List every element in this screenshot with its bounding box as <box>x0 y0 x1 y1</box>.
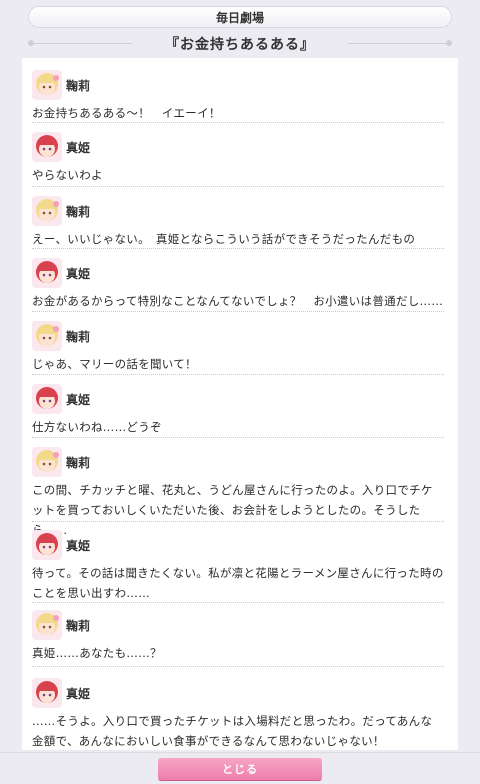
separator <box>32 374 444 375</box>
dialogue-text: 真姫……あなたも……？ <box>32 646 162 660</box>
maki-avatar <box>32 530 62 560</box>
dialogue-entry: 鞠莉 えー、いいじゃない。 真姫とならこういう話ができそうだったんだもの <box>32 196 444 249</box>
dialogue-entry: 鞠莉 じゃあ、マリーの話を聞いて！ <box>32 321 444 374</box>
dialogue-entry: 真姫 ……そうよ。入り口で買ったチケットは入場料だと思ったわ。だってあんな金額で… <box>32 678 444 750</box>
speaker-name: 鞠莉 <box>66 618 91 633</box>
mari-avatar <box>32 321 62 351</box>
maki-avatar <box>32 258 62 288</box>
close-button[interactable]: とじる <box>158 758 322 780</box>
speaker-name: 鞠莉 <box>66 78 91 93</box>
maki-avatar <box>32 678 62 708</box>
dialogue-entry: 鞠莉 この間、チカッチと曜、花丸と、うどん屋さんに行ったのよ。入り口でチケットを… <box>32 447 444 540</box>
separator <box>32 437 444 438</box>
header-label: 毎日劇場 <box>215 10 264 25</box>
speaker-name: 鞠莉 <box>66 455 91 470</box>
close-button-label: とじる <box>222 763 258 776</box>
speaker-name: 真姫 <box>66 140 91 155</box>
mari-avatar <box>32 196 62 226</box>
speaker-name: 真姫 <box>66 686 91 701</box>
dialogue-text: 仕方ないわね……どうぞ <box>32 420 162 434</box>
dialogue-entry: 真姫 仕方ないわね……どうぞ <box>32 384 444 437</box>
dialogue-entry: 真姫 やらないわよ <box>32 132 444 185</box>
dialogue-panel[interactable]: 鞠莉 お金持ちあるある～！ イエーイ！ 真姫 やらないわよ 鞠莉 えー、いいじゃ… <box>22 58 458 750</box>
episode-title-bar: 『お金持ちあるある』 <box>0 30 480 58</box>
separator <box>32 521 444 522</box>
separator <box>32 122 444 123</box>
dialogue-entry: 真姫 待って。その話は聞きたくない。私が凛と花陽とラーメン屋さんに行った時のこと… <box>32 530 444 603</box>
speaker-name: 真姫 <box>66 266 91 281</box>
separator <box>32 186 444 187</box>
dialogue-text: お金持ちあるある～！ イエーイ！ <box>32 106 221 120</box>
dialogue-entry: 鞠莉 真姫……あなたも……？ <box>32 610 444 663</box>
speaker-name: 鞠莉 <box>66 329 91 344</box>
mari-avatar <box>32 70 62 100</box>
dialogue-text: ……そうよ。入り口で買ったチケットは入場料だと思ったわ。だってあんな金額で、あん… <box>32 714 433 748</box>
divider-line <box>348 43 450 44</box>
dialogue-text: やらないわよ <box>32 168 103 182</box>
divider-dot <box>446 40 452 46</box>
separator <box>32 666 444 667</box>
maki-avatar <box>32 384 62 414</box>
mari-avatar <box>32 610 62 640</box>
separator <box>32 248 444 249</box>
speaker-name: 真姫 <box>66 392 91 407</box>
separator <box>32 602 444 603</box>
mari-avatar <box>32 447 62 477</box>
speaker-name: 真姫 <box>66 538 91 553</box>
maki-avatar <box>32 132 62 162</box>
dialogue-text: お金があるからって特別なことなんてないでしょ？ お小遣いは普通だし…… <box>32 294 444 308</box>
separator <box>32 311 444 312</box>
episode-title: 『お金持ちあるある』 <box>165 37 315 53</box>
dialogue-text: 待って。その話は聞きたくない。私が凛と花陽とラーメン屋さんに行った時のことを思い… <box>32 566 444 600</box>
divider-line <box>30 43 132 44</box>
speaker-name: 鞠莉 <box>66 204 91 219</box>
dialogue-text: えー、いいじゃない。 真姫とならこういう話ができそうだったんだもの <box>32 232 416 246</box>
footer-divider <box>0 752 480 753</box>
dialogue-text: じゃあ、マリーの話を聞いて！ <box>32 357 197 371</box>
dialogue-entry: 鞠莉 お金持ちあるある～！ イエーイ！ <box>32 70 444 123</box>
dialogue-entry: 真姫 お金があるからって特別なことなんてないでしょ？ お小遣いは普通だし…… <box>32 258 444 311</box>
screen-header: 毎日劇場 <box>28 6 452 28</box>
